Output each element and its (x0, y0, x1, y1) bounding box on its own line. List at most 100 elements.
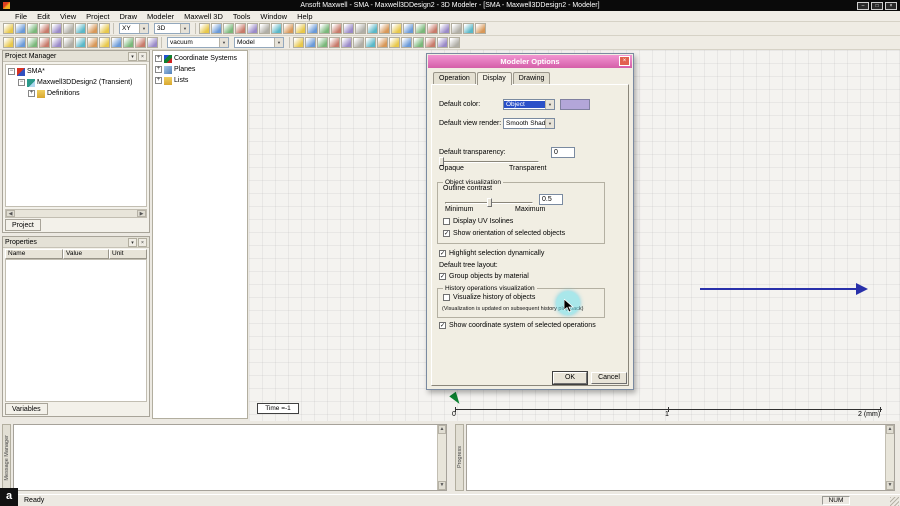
scroll-right-icon[interactable]: ▶ (137, 210, 146, 217)
relative-cs-icon[interactable] (111, 37, 122, 48)
history-icon[interactable] (147, 37, 158, 48)
menu-modeler[interactable]: Modeler (142, 11, 179, 22)
duplicate-along-line-icon[interactable] (353, 37, 364, 48)
draw-sphere-icon[interactable] (439, 23, 450, 34)
tab-drawing[interactable]: Drawing (512, 72, 551, 84)
default-view-render-combo[interactable]: Smooth Shade ▼ (503, 118, 555, 129)
object-cs-icon[interactable] (135, 37, 146, 48)
progress-scrollbar[interactable]: ▲ ▼ (885, 425, 894, 490)
pin-icon[interactable]: ▾ (128, 51, 137, 61)
dropdown-arrow-icon[interactable]: ▼ (545, 119, 554, 128)
snap-settings-icon[interactable] (87, 37, 98, 48)
tab-display[interactable]: Display (476, 72, 512, 85)
show-coordinate-system-checkbox[interactable]: ✓ Show coordinate system of selected ope… (439, 322, 596, 329)
outline-contrast-slider-thumb[interactable] (487, 198, 492, 207)
group-objects-checkbox[interactable]: ✓ Group objects by material (439, 273, 529, 280)
move-icon[interactable] (51, 37, 62, 48)
save-icon[interactable] (27, 23, 38, 34)
column-name[interactable]: Name (5, 249, 63, 259)
highlight-selection-checkbox[interactable]: ✓ Highlight selection dynamically (439, 250, 544, 257)
draw-helix-icon[interactable] (463, 23, 474, 34)
new-icon[interactable] (3, 23, 14, 34)
sweep-around-axis-icon[interactable] (389, 37, 400, 48)
maximize-icon[interactable]: □ (871, 1, 883, 10)
menu-draw[interactable]: Draw (115, 11, 143, 22)
tree-item-project[interactable]: − SMA* (6, 66, 146, 77)
material-combo[interactable]: vacuum ▼ (167, 37, 229, 48)
mesh-plot-icon[interactable] (449, 37, 460, 48)
rotate-model-icon[interactable] (63, 37, 74, 48)
menu-file[interactable]: File (10, 11, 32, 22)
copy-icon[interactable] (63, 23, 74, 34)
zoom-in-icon[interactable] (223, 23, 234, 34)
menu-project[interactable]: Project (81, 11, 114, 22)
select-edge-icon[interactable] (27, 37, 38, 48)
show-orientation-checkbox[interactable]: ✓ Show orientation of selected objects (443, 230, 565, 237)
scroll-up-icon[interactable]: ▲ (438, 425, 446, 434)
draw-circle-icon[interactable] (391, 23, 402, 34)
close-icon[interactable]: × (138, 237, 147, 247)
boolean-unite-icon[interactable] (293, 37, 304, 48)
progress-titlebar[interactable]: Progress (455, 424, 464, 491)
pin-icon[interactable]: ▾ (128, 237, 137, 247)
outline-contrast-value-field[interactable]: 0.5 (539, 194, 563, 205)
analyze-icon[interactable] (437, 37, 448, 48)
tree-item-coordinate-systems[interactable]: + Coordinate Systems (155, 53, 247, 64)
tab-operation[interactable]: Operation (433, 72, 476, 84)
message-manager-scrollbar[interactable]: ▲ ▼ (437, 425, 446, 490)
menu-window[interactable]: Window (255, 11, 292, 22)
dropdown-arrow-icon[interactable]: ▼ (139, 24, 148, 33)
project-tree-hscrollbar[interactable]: ◀ ▶ (5, 209, 147, 218)
orient-iso-icon[interactable] (319, 23, 330, 34)
dropdown-arrow-icon[interactable]: ▼ (180, 24, 189, 33)
scroll-up-icon[interactable]: ▲ (886, 425, 894, 434)
close-icon[interactable]: × (885, 1, 897, 10)
ok-button[interactable]: OK (552, 371, 588, 385)
face-cs-icon[interactable] (123, 37, 134, 48)
draw-line-icon[interactable] (331, 23, 342, 34)
orient-side-icon[interactable] (307, 23, 318, 34)
close-icon[interactable]: × (138, 51, 147, 61)
draw-spline-icon[interactable] (343, 23, 354, 34)
scroll-down-icon[interactable]: ▼ (886, 481, 894, 490)
expand-icon[interactable]: + (28, 90, 35, 97)
scroll-down-icon[interactable]: ▼ (438, 481, 446, 490)
orient-front-icon[interactable] (295, 23, 306, 34)
draw-rectangle-icon[interactable] (367, 23, 378, 34)
dialog-title[interactable]: Modeler Options (428, 55, 632, 68)
draw-polygon-icon[interactable] (403, 23, 414, 34)
split-icon[interactable] (329, 37, 340, 48)
column-value[interactable]: Value (63, 249, 109, 259)
zoom-out-icon[interactable] (235, 23, 246, 34)
tree-item-planes[interactable]: + Planes (155, 64, 247, 75)
select-object-icon[interactable] (3, 37, 14, 48)
print-icon[interactable] (39, 23, 50, 34)
undo-icon[interactable] (87, 23, 98, 34)
menu-help[interactable]: Help (292, 11, 317, 22)
cancel-button[interactable]: Cancel (591, 372, 627, 384)
select-face-icon[interactable] (15, 37, 26, 48)
select-vertex-icon[interactable] (39, 37, 50, 48)
fit-selection-icon[interactable] (271, 23, 282, 34)
transparency-value-field[interactable]: 0 (551, 147, 575, 158)
cut-icon[interactable] (51, 23, 62, 34)
tree-item-definitions[interactable]: + Definitions (6, 88, 146, 99)
sweep-along-vector-icon[interactable] (377, 37, 388, 48)
coordinate-system-icon[interactable] (99, 37, 110, 48)
scroll-left-icon[interactable]: ◀ (6, 210, 15, 217)
draw-cylinder-icon[interactable] (427, 23, 438, 34)
collapse-icon[interactable]: − (8, 68, 15, 75)
fit-all-icon[interactable] (259, 23, 270, 34)
default-color-combo[interactable]: Object ▼ (503, 99, 555, 110)
default-color-swatch[interactable] (560, 99, 590, 110)
resize-grip[interactable] (890, 497, 899, 506)
model-combo[interactable]: Model ▼ (234, 37, 284, 48)
menu-edit[interactable]: Edit (32, 11, 55, 22)
visualize-history-checkbox[interactable]: Visualize history of objects (443, 294, 535, 301)
rotate-view-icon[interactable] (211, 23, 222, 34)
measure-icon[interactable] (475, 23, 486, 34)
draw-arc-icon[interactable] (355, 23, 366, 34)
view-mode-combo[interactable]: 3D ▼ (154, 23, 190, 34)
expand-icon[interactable]: + (155, 55, 162, 62)
drawing-plane-combo[interactable]: XY ▼ (119, 23, 149, 34)
